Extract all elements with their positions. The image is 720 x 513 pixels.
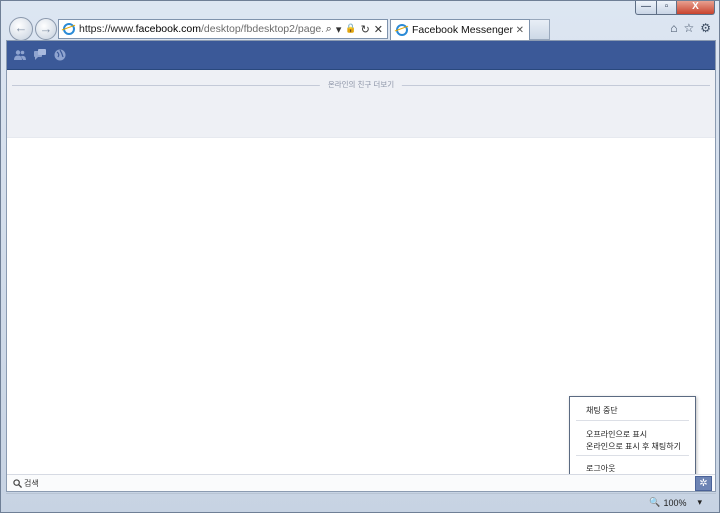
- refresh-icon[interactable]: ↻: [361, 23, 370, 36]
- ie-page-icon: [63, 23, 75, 35]
- menu-item-stop-chat[interactable]: 채팅 중단: [586, 405, 618, 416]
- menu-item-logout[interactable]: 로그아웃: [586, 463, 615, 474]
- search-input[interactable]: [24, 478, 324, 488]
- url-domain: facebook.com: [135, 23, 201, 35]
- address-bar[interactable]: https://www.facebook.com/desktop/fbdeskt…: [58, 19, 388, 39]
- settings-gear-button[interactable]: ✲: [695, 476, 712, 491]
- online-friends-band: 온라인의 친구 더보기: [7, 70, 715, 138]
- menu-item-appear-online-chat[interactable]: 온라인으로 표시 후 채팅하기: [586, 441, 681, 452]
- lock-icon[interactable]: 🔒: [345, 23, 356, 36]
- notifications-icon[interactable]: [54, 49, 66, 61]
- zoom-dropdown-icon[interactable]: ▾: [697, 497, 702, 508]
- menu-divider: [576, 420, 689, 421]
- messenger-header: [7, 41, 715, 70]
- url-text[interactable]: https://www.facebook.com/desktop/fbdeskt…: [79, 23, 323, 35]
- close-window-button[interactable]: X: [677, 1, 715, 15]
- maximize-button[interactable]: ▫: [657, 1, 677, 15]
- address-bar-icons: ⌕ ▾ 🔒 ↻ ✕: [326, 23, 383, 36]
- tab-facebook-messenger[interactable]: Facebook Messenger ✕: [390, 19, 530, 40]
- stop-icon[interactable]: ✕: [374, 23, 383, 36]
- back-button[interactable]: ←: [9, 17, 33, 41]
- page-viewport: 온라인의 친구 더보기 채팅 중단 오프라인으로 표시 온라인으로 표시 후 채…: [6, 40, 716, 492]
- menu-divider: [576, 455, 689, 456]
- tab-close-icon[interactable]: ✕: [516, 25, 524, 36]
- friends-icon[interactable]: [14, 49, 26, 61]
- favorites-icon[interactable]: ☆: [683, 21, 694, 35]
- search-icon[interactable]: ⌕: [326, 23, 332, 36]
- tab-favicon-icon: [396, 24, 408, 36]
- minimize-button[interactable]: —: [635, 1, 657, 15]
- messages-icon[interactable]: [34, 49, 46, 61]
- settings-menu: 채팅 중단 오프라인으로 표시 온라인으로 표시 후 채팅하기 로그아웃: [569, 396, 696, 477]
- url-path: /desktop/fbdesktop2/page.php?access_: [200, 23, 323, 35]
- new-tab-button[interactable]: [530, 19, 550, 40]
- browser-tools: ⌂ ☆ ⚙: [670, 21, 711, 35]
- status-bar: 🔍 100% ▾: [6, 493, 716, 511]
- window-controls: — ▫ X: [635, 1, 715, 15]
- url-prefix: https://www.: [79, 23, 136, 35]
- zoom-icon: 🔍: [649, 497, 661, 507]
- home-icon[interactable]: ⌂: [670, 21, 677, 35]
- search-bar: ✲: [7, 474, 715, 491]
- zoom-level[interactable]: 100%: [663, 498, 686, 508]
- forward-button[interactable]: →: [35, 18, 57, 40]
- tab-title: Facebook Messenger: [412, 24, 513, 36]
- menu-item-appear-offline[interactable]: 오프라인으로 표시: [586, 429, 647, 440]
- dropdown-icon[interactable]: ▾: [336, 23, 342, 36]
- search-icon: [13, 478, 22, 488]
- gear-icon[interactable]: ⚙: [700, 21, 711, 35]
- more-online-friends-link[interactable]: 온라인의 친구 더보기: [319, 79, 403, 90]
- browser-window: — ▫ X ← → https://www.facebook.com/deskt…: [0, 0, 720, 513]
